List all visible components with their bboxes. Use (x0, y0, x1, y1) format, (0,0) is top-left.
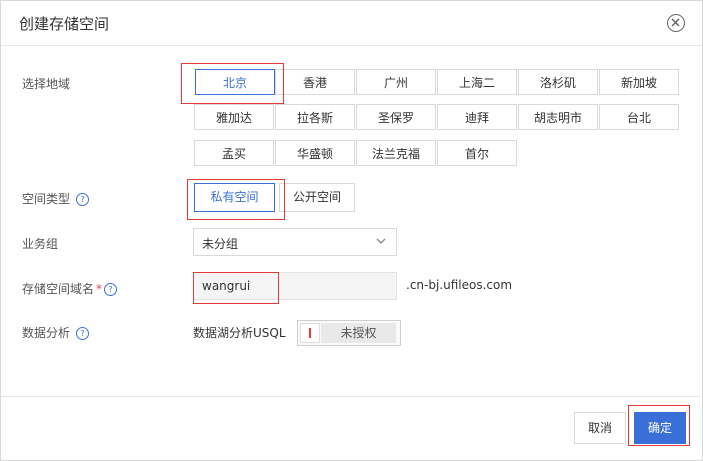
region-option-shanghai2[interactable]: 上海二 (437, 69, 517, 95)
region-option-singapore[interactable]: 新加坡 (599, 69, 679, 95)
toggle-status-text: 未授权 (321, 323, 396, 343)
dialog-title: 创建存储空间 (19, 15, 110, 33)
region-option-hochiminh[interactable]: 胡志明市 (518, 104, 598, 130)
region-option-beijing[interactable]: 北京 (195, 69, 275, 95)
cancel-button[interactable]: 取消 (574, 412, 626, 444)
region-option-losangeles[interactable]: 洛杉矶 (518, 69, 598, 95)
toggle-knob (300, 323, 320, 343)
help-icon[interactable]: ? (76, 327, 90, 340)
help-icon[interactable]: ? (104, 283, 118, 296)
usql-authorization-toggle[interactable]: 未授权 (297, 320, 401, 346)
space-type-label-text: 空间类型 (22, 192, 71, 206)
region-option-jakarta[interactable]: 雅加达 (194, 104, 274, 130)
business-group-label: 业务组 (22, 237, 59, 251)
private-space-button[interactable]: 私有空间 (194, 183, 275, 212)
data-analysis-label-text: 数据分析 (22, 326, 71, 340)
region-option-taipei[interactable]: 台北 (599, 104, 679, 130)
business-group-select[interactable]: 未分组 (193, 228, 397, 256)
bucket-name-input[interactable] (193, 272, 397, 300)
close-icon[interactable] (667, 14, 685, 32)
public-space-button[interactable]: 公开空间 (279, 183, 355, 212)
region-option-saopaulo[interactable]: 圣保罗 (356, 104, 436, 130)
region-option-washington[interactable]: 华盛顿 (275, 140, 355, 166)
bucket-name-label: 存储空间域名 *? (22, 280, 118, 297)
region-option-hongkong[interactable]: 香港 (275, 69, 355, 95)
space-type-label: 空间类型? (22, 190, 90, 207)
confirm-button[interactable]: 确定 (634, 412, 686, 444)
region-label: 选择地域 (22, 77, 71, 91)
region-option-dubai[interactable]: 迪拜 (437, 104, 517, 130)
help-icon[interactable]: ? (76, 193, 90, 206)
usql-feature-label: 数据湖分析USQL (193, 326, 286, 340)
region-option-frankfurt[interactable]: 法兰克福 (356, 140, 436, 166)
data-analysis-label: 数据分析? (22, 324, 90, 341)
region-option-guangzhou[interactable]: 广州 (356, 69, 436, 95)
region-option-mumbai[interactable]: 孟买 (194, 140, 274, 166)
business-group-value: 未分组 (202, 237, 239, 251)
chevron-down-icon (376, 238, 386, 244)
region-option-lagos[interactable]: 拉各斯 (275, 104, 355, 130)
required-mark: * (96, 282, 103, 296)
domain-suffix: .cn-bj.ufileos.com (406, 278, 513, 292)
dialog-header: 创建存储空间 (1, 1, 702, 46)
bucket-name-label-text: 存储空间域名 (22, 282, 95, 296)
region-option-seoul[interactable]: 首尔 (437, 140, 517, 166)
